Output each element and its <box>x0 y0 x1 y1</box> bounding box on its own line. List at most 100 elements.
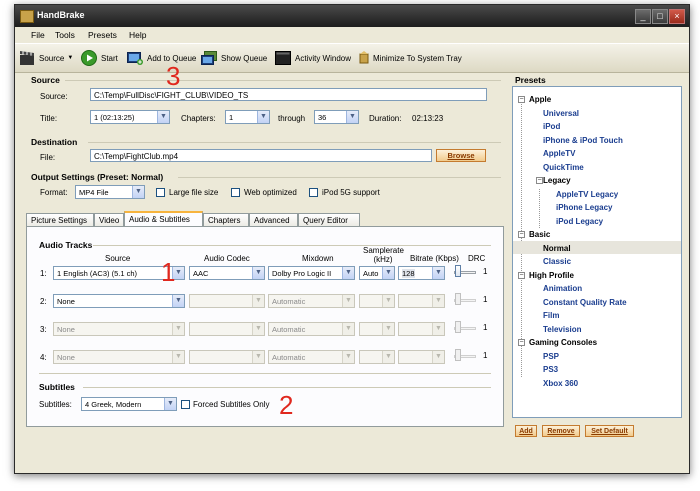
slider-thumb[interactable] <box>455 265 461 277</box>
samplerate-dropdown[interactable]: ▼ <box>359 350 395 364</box>
preset-category-gaming[interactable]: Gaming Consoles <box>529 338 597 347</box>
bitrate-dropdown[interactable]: 128 ▼ <box>398 266 445 280</box>
audio-codec-dropdown[interactable]: AAC ▼ <box>189 266 265 280</box>
close-window-button[interactable]: × <box>669 9 685 24</box>
ipod-support-checkbox[interactable] <box>309 188 318 197</box>
mixdown-dropdown[interactable]: Automatic ▼ <box>268 350 355 364</box>
collapse-icon[interactable]: − <box>518 272 525 279</box>
menu-tools[interactable]: Tools <box>55 30 75 40</box>
maximize-window-button[interactable]: □ <box>652 9 668 24</box>
chevron-down-icon: ▼ <box>342 323 354 335</box>
title-dropdown[interactable]: 1 (02:13:25) ▼ <box>90 110 170 124</box>
subtitles-label: Subtitles: <box>39 400 72 409</box>
add-to-queue-button[interactable]: Add to Queue <box>127 50 196 66</box>
mixdown-dropdown[interactable]: Automatic ▼ <box>268 322 355 336</box>
preset-iphone-legacy[interactable]: iPhone Legacy <box>556 203 612 212</box>
remove-preset-button[interactable]: Remove <box>542 425 580 437</box>
audio-source-dropdown[interactable]: None ▼ <box>53 322 185 336</box>
source-path-field[interactable]: C:\Temp\FullDisc\FIGHT_CLUB\VIDEO_TS <box>90 88 487 101</box>
menu-presets[interactable]: Presets <box>88 30 117 40</box>
collapse-icon[interactable]: − <box>518 96 525 103</box>
mixdown-dropdown[interactable]: Automatic ▼ <box>268 294 355 308</box>
chevron-down-icon: ▼ <box>432 351 444 363</box>
preset-ps3[interactable]: PS3 <box>543 365 558 374</box>
tab-query-editor[interactable]: Query Editor <box>298 213 360 226</box>
destination-file-field[interactable]: C:\Temp\FightClub.mp4 <box>90 149 432 162</box>
format-dropdown[interactable]: MP4 File ▼ <box>75 185 145 199</box>
menu-help[interactable]: Help <box>129 30 146 40</box>
bitrate-dropdown[interactable]: ▼ <box>398 294 445 308</box>
duration-label: Duration: <box>369 114 402 123</box>
tab-chapters[interactable]: Chapters <box>203 213 249 226</box>
collapse-icon[interactable]: − <box>518 339 525 346</box>
preset-universal[interactable]: Universal <box>543 109 579 118</box>
audio-codec-dropdown[interactable]: ▼ <box>189 322 265 336</box>
preset-normal[interactable]: Normal <box>543 244 571 253</box>
preset-animation[interactable]: Animation <box>543 284 582 293</box>
preset-psp[interactable]: PSP <box>543 352 559 361</box>
chevron-down-icon: ▼ <box>157 111 169 123</box>
preset-category-basic[interactable]: Basic <box>529 230 550 239</box>
preset-category-apple[interactable]: Apple <box>529 95 551 104</box>
preset-category-legacy[interactable]: Legacy <box>543 176 571 185</box>
preset-ipod[interactable]: iPod <box>543 122 560 131</box>
menu-file[interactable]: File <box>31 30 45 40</box>
preset-appletv[interactable]: AppleTV <box>543 149 575 158</box>
tab-picture-settings[interactable]: Picture Settings <box>26 213 94 226</box>
drc-slider[interactable] <box>454 265 476 279</box>
samplerate-dropdown[interactable]: ▼ <box>359 294 395 308</box>
audio-source-dropdown[interactable]: None ▼ <box>53 294 185 308</box>
play-icon <box>81 50 97 66</box>
bitrate-dropdown[interactable]: ▼ <box>398 350 445 364</box>
audio-codec-dropdown[interactable]: ▼ <box>189 294 265 308</box>
slider-thumb[interactable] <box>455 293 461 305</box>
mixdown-value: Dolby Pro Logic II <box>272 269 332 278</box>
show-queue-button[interactable]: Show Queue <box>201 50 267 66</box>
preset-film[interactable]: Film <box>543 311 559 320</box>
preset-television[interactable]: Television <box>543 325 582 334</box>
source-label: Source: <box>40 92 68 101</box>
preset-classic[interactable]: Classic <box>543 257 571 266</box>
preset-category-high-profile[interactable]: High Profile <box>529 271 574 280</box>
collapse-icon[interactable]: − <box>536 177 543 184</box>
slider-thumb[interactable] <box>455 321 461 333</box>
activity-window-button[interactable]: Activity Window <box>275 50 351 66</box>
web-optimized-checkbox[interactable] <box>231 188 240 197</box>
slider-thumb[interactable] <box>455 349 461 361</box>
audio-codec-dropdown[interactable]: ▼ <box>189 350 265 364</box>
preset-xbox[interactable]: Xbox 360 <box>543 379 578 388</box>
track-number: 4: <box>40 353 47 362</box>
preset-appletv-legacy[interactable]: AppleTV Legacy <box>556 190 618 199</box>
bitrate-dropdown[interactable]: ▼ <box>398 322 445 336</box>
audio-source-dropdown[interactable]: None ▼ <box>53 350 185 364</box>
subtitles-dropdown[interactable]: 4 Greek, Modern ▼ <box>81 397 177 411</box>
forced-subtitles-checkbox[interactable] <box>181 400 190 409</box>
chapter-end-dropdown[interactable]: 36 ▼ <box>314 110 359 124</box>
minimize-to-tray-button[interactable]: Minimize To System Tray <box>359 50 462 66</box>
preset-constant-quality[interactable]: Constant Quality Rate <box>543 298 627 307</box>
minimize-window-button[interactable]: _ <box>635 9 651 24</box>
start-button[interactable]: Start <box>81 50 118 66</box>
tab-video[interactable]: Video <box>94 213 124 226</box>
tab-advanced[interactable]: Advanced <box>249 213 298 226</box>
col-mixdown-header: Mixdown <box>302 254 334 263</box>
chevron-down-icon: ▼ <box>382 351 394 363</box>
mixdown-dropdown[interactable]: Dolby Pro Logic II ▼ <box>268 266 355 280</box>
preset-quicktime[interactable]: QuickTime <box>543 163 584 172</box>
large-file-checkbox[interactable] <box>156 188 165 197</box>
chapter-start-dropdown[interactable]: 1 ▼ <box>225 110 270 124</box>
drc-slider[interactable] <box>454 349 476 363</box>
audio-tracks-title: Audio Tracks <box>39 240 93 250</box>
preset-ipod-legacy[interactable]: iPod Legacy <box>556 217 603 226</box>
drc-slider[interactable] <box>454 321 476 335</box>
samplerate-dropdown[interactable]: Auto ▼ <box>359 266 395 280</box>
source-button[interactable]: Source ▼ <box>19 50 73 66</box>
collapse-icon[interactable]: − <box>518 231 525 238</box>
preset-iphone[interactable]: iPhone & iPod Touch <box>543 136 623 145</box>
samplerate-dropdown[interactable]: ▼ <box>359 322 395 336</box>
add-preset-button[interactable]: Add <box>515 425 537 437</box>
drc-slider[interactable] <box>454 293 476 307</box>
set-default-preset-button[interactable]: Set Default <box>585 425 634 437</box>
browse-button[interactable]: Browse <box>436 149 486 162</box>
tab-audio-subtitles[interactable]: Audio & Subtitles <box>124 211 203 226</box>
